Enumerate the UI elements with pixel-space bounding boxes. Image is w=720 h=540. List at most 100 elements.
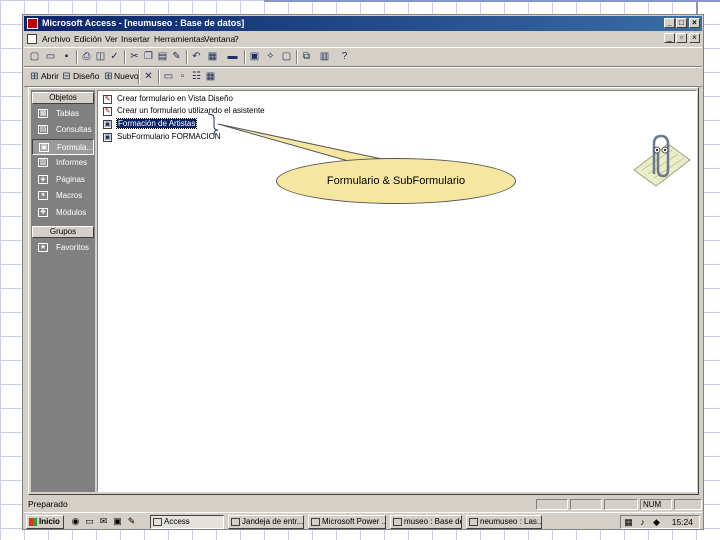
properties-icon[interactable]: ▢ xyxy=(280,50,293,63)
groups-item-favoritos[interactable]: ★ Favoritos xyxy=(32,240,94,256)
save-icon[interactable]: ▪ xyxy=(60,50,73,63)
list-item[interactable]: ▣ Formación de Artistas xyxy=(103,118,198,130)
task-museo[interactable]: museo : Base de... xyxy=(390,515,462,529)
explorer-icon[interactable]: ◉ xyxy=(70,516,81,527)
favorites-folder-icon: ★ xyxy=(38,243,48,252)
open-object-button[interactable]: Abrir xyxy=(41,71,59,81)
task-inbox[interactable]: Jandeja de entr... xyxy=(228,515,304,529)
window-title: Microsoft Access - [neumuseo : Base de d… xyxy=(42,18,245,28)
num-lock-indicator: NUM xyxy=(640,499,672,510)
toolbar-separator xyxy=(186,50,188,64)
large-icons-icon[interactable]: ▭ xyxy=(162,70,175,83)
objects-item-macros[interactable]: ✶ Macros xyxy=(32,188,94,204)
maximize-button[interactable]: □ xyxy=(676,18,687,28)
relationships-icon[interactable]: ⧉ xyxy=(300,50,313,63)
new-icon[interactable]: ▢ xyxy=(28,50,41,63)
menu-insertar[interactable]: Insertar xyxy=(121,32,150,46)
menu-edicion[interactable]: Edición xyxy=(74,32,102,46)
system-tray: ▦ ♪ ◆ 15:24 xyxy=(620,515,700,529)
objects-item-modulos[interactable]: ❖ Módulos xyxy=(32,205,94,221)
powerpoint-icon xyxy=(311,518,320,526)
paste-icon[interactable]: ▤ xyxy=(156,50,169,63)
doc-minimize-button[interactable]: _ xyxy=(664,33,675,43)
menu-herramientas[interactable]: Herramientas xyxy=(154,32,205,46)
slide-decoration-line xyxy=(264,0,720,2)
standard-toolbar: ▢ ▭ ▪ ⎙ ◫ ✓ ✂ ❐ ▤ ✎ ↶ ▦ ▬ ▣ ✧ ▢ ⧉ ▥ ? xyxy=(24,47,702,67)
code-icon[interactable]: ▣ xyxy=(248,50,261,63)
new-object-icon[interactable]: ▥ xyxy=(318,50,331,63)
list-view-icon[interactable]: ☷ xyxy=(190,70,203,83)
task-powerpoint[interactable]: Microsoft Power ... xyxy=(308,515,386,529)
menu-archivo[interactable]: Archivo xyxy=(42,32,70,46)
close-button[interactable]: × xyxy=(689,18,700,28)
toolbar-separator xyxy=(124,50,126,64)
small-icons-icon[interactable]: ▫ xyxy=(176,70,189,83)
objects-item-paginas[interactable]: ◈ Páginas xyxy=(32,172,94,188)
database-toolbar: ⊞ Abrir ⊟ Diseño ⊞ Nuevo ✕ ▭ ▫ ☷ ▦ xyxy=(24,67,702,87)
objects-item-consultas[interactable]: ▤ Consultas xyxy=(32,122,94,138)
print-preview-icon[interactable]: ◫ xyxy=(94,50,107,63)
office-assistant-clippy-icon[interactable] xyxy=(628,130,692,188)
desktop-icon[interactable]: ▭ xyxy=(84,516,95,527)
menu-ventana[interactable]: Ventana xyxy=(204,32,235,46)
wizard-icon: ✎ xyxy=(103,106,112,116)
list-item[interactable]: ▣ SubFormulario FORMACION xyxy=(103,131,221,143)
table-icon: ▦ xyxy=(38,109,48,118)
spelling-icon[interactable]: ✓ xyxy=(108,50,121,63)
callout-text: Formulario & SubFormulario xyxy=(326,175,466,187)
status-text: Preparado xyxy=(28,499,68,509)
menu-ver[interactable]: Ver xyxy=(105,32,118,46)
open-icon[interactable]: ▭ xyxy=(44,50,57,63)
objects-item-informes[interactable]: ▥ Informes xyxy=(32,155,94,171)
toolbar-separator xyxy=(138,70,140,84)
tray-antivirus-icon[interactable]: ◆ xyxy=(651,517,662,528)
objects-header[interactable]: Objetos xyxy=(32,92,94,104)
office-links-icon[interactable]: ▦ xyxy=(206,50,219,63)
doc-close-button[interactable]: × xyxy=(689,33,700,43)
minimize-button[interactable]: _ xyxy=(664,18,675,28)
design-icon: ⊟ xyxy=(62,71,71,82)
status-cell xyxy=(536,499,568,510)
status-cell xyxy=(604,499,638,510)
module-icon: ❖ xyxy=(38,208,48,217)
database-window-icon[interactable] xyxy=(27,34,37,44)
objects-item-tablas[interactable]: ▦ Tablas xyxy=(32,106,94,122)
tray-volume-icon[interactable]: ♪ xyxy=(637,517,648,528)
script-icon[interactable]: ✧ xyxy=(264,50,277,63)
undo-icon[interactable]: ↶ xyxy=(190,50,203,63)
format-painter-icon[interactable]: ✎ xyxy=(170,50,183,63)
print-icon[interactable]: ⎙ xyxy=(80,50,93,63)
groups-header[interactable]: Grupos xyxy=(32,226,94,238)
report-icon: ▥ xyxy=(38,158,48,167)
objects-item-formularios[interactable]: ▣ Formula... xyxy=(32,139,94,155)
media-icon[interactable]: ▣ xyxy=(112,516,123,527)
menu-help[interactable]: ? xyxy=(234,32,239,46)
menu-bar: Archivo Edición Ver Insertar Herramienta… xyxy=(24,32,702,46)
clock: 15:24 xyxy=(671,517,693,527)
doc-restore-button[interactable]: ▫ xyxy=(676,33,687,43)
task-neumuseo[interactable]: neumuseo : Las... xyxy=(466,515,542,529)
help-icon[interactable]: ? xyxy=(338,50,351,63)
status-cell xyxy=(674,499,702,510)
start-button[interactable]: Inicio xyxy=(26,515,64,529)
cut-icon[interactable]: ✂ xyxy=(128,50,141,63)
design-button[interactable]: Diseño xyxy=(73,71,99,81)
list-item[interactable]: ✎ Crear un formulario utilizando el asist… xyxy=(103,105,265,117)
copy-icon[interactable]: ❐ xyxy=(142,50,155,63)
toolbar-separator xyxy=(244,50,246,64)
details-view-icon[interactable]: ▦ xyxy=(204,70,217,83)
title-bar: Microsoft Access - [neumuseo : Base de d… xyxy=(24,16,702,31)
toolbar-separator xyxy=(158,70,160,84)
access-window: Microsoft Access - [neumuseo : Base de d… xyxy=(22,14,704,530)
task-access[interactable]: Access xyxy=(150,515,224,529)
wizard-icon: ✎ xyxy=(103,94,112,104)
delete-icon[interactable]: ✕ xyxy=(142,70,155,83)
outlook-icon[interactable]: ✉ xyxy=(98,516,109,527)
list-item[interactable]: ✎ Crear formulario en Vista Diseño xyxy=(103,93,233,105)
assistant-shortcut-icon[interactable]: ✎ xyxy=(126,516,137,527)
tray-network-icon[interactable]: ▦ xyxy=(623,517,634,528)
macro-icon: ✶ xyxy=(38,191,48,200)
new-button[interactable]: Nuevo xyxy=(114,71,139,81)
query-icon: ▤ xyxy=(38,125,48,134)
analyze-icon[interactable]: ▬ xyxy=(226,50,239,63)
